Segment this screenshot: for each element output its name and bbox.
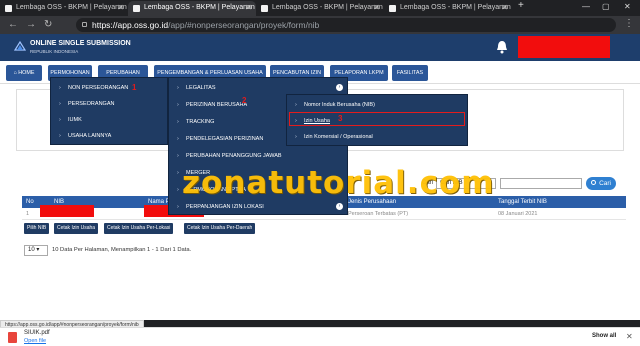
open-file-link[interactable]: Open file <box>24 338 46 344</box>
close-icon[interactable]: ✕ <box>626 332 633 341</box>
download-file-name[interactable]: SIUIK.pdf <box>24 330 50 336</box>
url-field[interactable]: https://app.oss.go.id/app/#nonperseorang… <box>76 18 616 32</box>
col-tanggal: Tanggal Terbit NIB <box>498 199 547 205</box>
forward-icon[interactable]: → <box>26 19 36 30</box>
browser-tab[interactable]: Lembaga OSS - BKPM | Pelayanan ✕ <box>384 1 512 16</box>
url-path: /app/#nonperseorangan/proyek/form/nib <box>168 20 320 30</box>
dropdown-item-usaha-lainnya[interactable]: › USAHA LAINNYA <box>51 128 167 144</box>
dropdown-item-iumk[interactable]: › IUMK <box>51 112 167 128</box>
tab-title: Lembaga OSS - BKPM | Pelayanan <box>16 4 127 11</box>
tab-title: Lembaga OSS - BKPM | Pelayanan <box>400 4 511 11</box>
show-all-button[interactable]: Show all <box>592 333 616 339</box>
watermark: zonatutorial.com <box>182 165 495 201</box>
close-window-icon[interactable]: ✕ <box>624 2 631 11</box>
lock-icon <box>82 22 87 27</box>
search-button[interactable]: Cari <box>586 177 616 190</box>
pilih-nib-button[interactable]: Pilih NIB <box>24 223 50 234</box>
permohonan-dropdown: › NON PERSEORANGAN › PERSEORANGAN › IUMK › U… <box>50 77 168 145</box>
maximize-icon[interactable]: ▢ <box>602 2 610 11</box>
site-subtitle: REPUBLIK INDONESIA <box>30 49 79 54</box>
back-icon[interactable]: ← <box>8 19 18 30</box>
search-icon <box>591 180 596 185</box>
favicon-icon <box>261 5 268 12</box>
reload-icon[interactable]: ↻ <box>44 19 52 30</box>
submenu-item-nib[interactable]: › Nomor Induk Berusaha (NIB) <box>287 97 467 113</box>
submenu-item-izin-komersial[interactable]: › Izin Komersial / Operasional <box>287 129 467 145</box>
nib-redacted <box>40 205 94 217</box>
oss-logo-icon <box>14 40 26 51</box>
browser-tab[interactable]: Lembaga OSS - BKPM | Pelayanan ✕ <box>0 1 128 16</box>
cetak-izin-usaha-button[interactable]: Cetak Izin Usaha <box>54 223 99 234</box>
menu-fasilitas[interactable]: FASILITAS <box>392 65 428 81</box>
favicon-icon <box>133 5 140 12</box>
browser-tab-bar: Lembaga OSS - BKPM | Pelayanan ✕ Lembaga… <box>0 0 640 16</box>
site-header: ONLINE SINGLE SUBMISSION REPUBLIK INDONE… <box>0 34 640 61</box>
dropdown-item-non-perseorangan[interactable]: › NON PERSEORANGAN <box>51 80 167 96</box>
step-number: 2 <box>242 96 247 105</box>
highlight-box <box>289 112 465 126</box>
menu-kebab-icon[interactable]: ⋮ <box>624 18 634 29</box>
per-page-select[interactable]: 10 ▾ <box>24 245 48 256</box>
tab-title: Lembaga OSS - BKPM | Pelayanan <box>144 4 255 11</box>
cell-jenis: Perseroan Terbatas (PT) <box>348 211 409 217</box>
bell-icon[interactable] <box>496 40 508 54</box>
site-title: ONLINE SINGLE SUBMISSION <box>30 40 131 47</box>
url-host: https://app.oss.go.id <box>92 20 169 30</box>
expand-icon: › <box>336 203 343 210</box>
address-bar-row: ← → ↻ https://app.oss.go.id/app/#nonpers… <box>0 16 640 34</box>
tab-title: Lembaga OSS - BKPM | Pelayanan <box>272 4 383 11</box>
step-number: 3 <box>338 114 343 123</box>
search-input[interactable] <box>500 178 582 189</box>
close-tab-icon[interactable]: ✕ <box>373 1 380 15</box>
favicon-icon <box>389 5 396 12</box>
pdf-file-icon <box>8 332 17 343</box>
cell-no: 1 <box>26 211 30 217</box>
submenu-item-perpanjangan-izin-lokasi[interactable]: › PERPANJANGAN IZIN LOKASI <box>169 199 347 215</box>
browser-tab[interactable]: Lembaga OSS - BKPM | Pelayanan ✕ <box>256 1 384 16</box>
step-number: 1 <box>132 83 137 92</box>
col-no: No <box>26 199 34 205</box>
close-tab-icon[interactable]: ✕ <box>501 1 508 15</box>
download-bar: SIUIK.pdf Open file Show all ✕ <box>0 327 640 346</box>
cetak-izin-per-lokasi-button[interactable]: Cetak Izin Usaha Per-Lokasi <box>104 223 174 234</box>
expand-icon: › <box>336 84 343 91</box>
minimize-icon[interactable]: — <box>582 2 590 11</box>
submenu-item-perubahan-pj[interactable]: › PERUBAHAN PENANGGUNG JAWAB <box>169 148 347 164</box>
pagination-info: 10 Data Per Halaman, Menampilkan 1 - 1 D… <box>52 247 192 253</box>
close-tab-icon[interactable]: ✕ <box>117 1 124 15</box>
cetak-izin-per-daerah-button[interactable]: Cetak Izin Usaha Per-Daerah <box>184 223 256 234</box>
new-tab-button[interactable]: + <box>518 0 524 11</box>
page-content: ONLINE SINGLE SUBMISSION REPUBLIK INDONE… <box>0 34 640 320</box>
user-account-redacted[interactable] <box>518 36 610 58</box>
menu-home[interactable]: ⌂ HOME <box>6 65 42 81</box>
cell-tanggal: 08 Januari 2021 <box>498 211 538 217</box>
favicon-icon <box>5 5 12 12</box>
browser-tab-active[interactable]: Lembaga OSS - BKPM | Pelayanan ✕ <box>128 1 256 16</box>
close-tab-icon[interactable]: ✕ <box>245 1 252 15</box>
dropdown-item-perseorangan[interactable]: › PERSEORANGAN <box>51 96 167 112</box>
